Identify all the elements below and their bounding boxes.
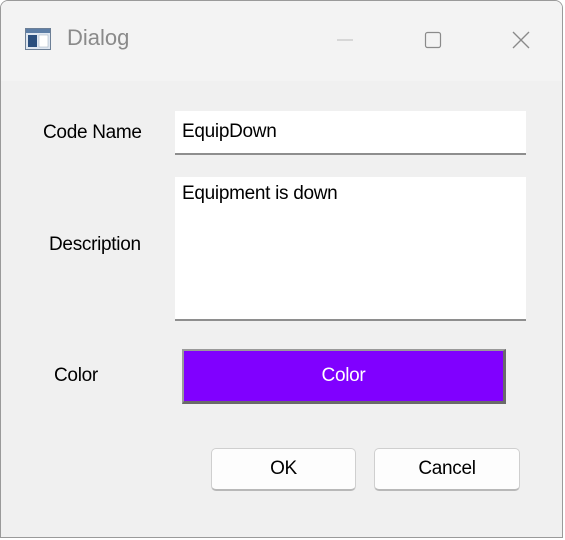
minimize-button[interactable] (317, 15, 373, 65)
close-icon (512, 31, 530, 49)
dialog-window: Dialog Code Name Description Equipment i… (0, 0, 563, 538)
description-textarea[interactable]: Equipment is down (175, 177, 526, 321)
description-label: Description (49, 234, 141, 255)
maximize-icon (424, 31, 442, 49)
close-button[interactable] (493, 15, 549, 65)
code-name-input[interactable] (175, 111, 526, 155)
title-bar[interactable]: Dialog (1, 1, 562, 81)
color-picker-button[interactable]: Color (182, 349, 506, 404)
window-title: Dialog (67, 25, 130, 50)
code-name-label: Code Name (43, 122, 142, 143)
maximize-button[interactable] (405, 15, 461, 65)
cancel-button[interactable]: Cancel (374, 448, 520, 491)
color-label: Color (54, 365, 98, 386)
ok-button[interactable]: OK (211, 448, 356, 491)
window-app-icon (25, 28, 51, 50)
minimize-icon (337, 39, 353, 41)
